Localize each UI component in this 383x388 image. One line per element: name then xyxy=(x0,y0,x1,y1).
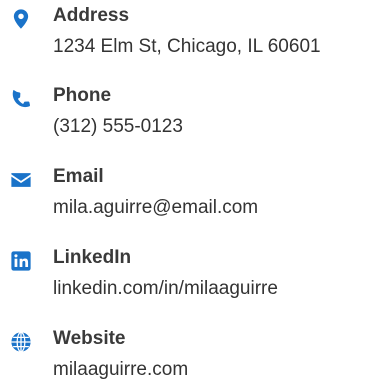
linkedin-icon xyxy=(10,250,32,272)
address-label: Address xyxy=(53,5,130,26)
envelope-icon xyxy=(10,169,32,191)
website-value: milaaguirre.com xyxy=(53,359,189,380)
globe-icon xyxy=(10,331,32,353)
linkedin-value: linkedin.com/in/milaaguirre xyxy=(53,278,278,299)
map-marker-icon xyxy=(10,8,32,30)
linkedin-label: LinkedIn xyxy=(53,247,132,268)
email-value: mila.aguirre@email.com xyxy=(53,197,259,218)
contact-item-website: Website milaaguirre.com xyxy=(0,327,383,387)
email-label: Email xyxy=(53,166,104,187)
contact-item-email: Email mila.aguirre@email.com xyxy=(0,165,383,225)
phone-label: Phone xyxy=(53,85,112,106)
contact-item-linkedin: LinkedIn linkedin.com/in/milaaguirre xyxy=(0,246,383,306)
contact-item-address: Address 1234 Elm St, Chicago, IL 60601 xyxy=(0,4,383,64)
contact-list: Address 1234 Elm St, Chicago, IL 60601 P… xyxy=(0,0,383,388)
address-value: 1234 Elm St, Chicago, IL 60601 xyxy=(53,36,321,57)
contact-item-phone: Phone (312) 555-0123 xyxy=(0,84,383,144)
phone-icon xyxy=(10,88,32,110)
phone-value: (312) 555-0123 xyxy=(53,116,183,137)
website-label: Website xyxy=(53,328,126,349)
